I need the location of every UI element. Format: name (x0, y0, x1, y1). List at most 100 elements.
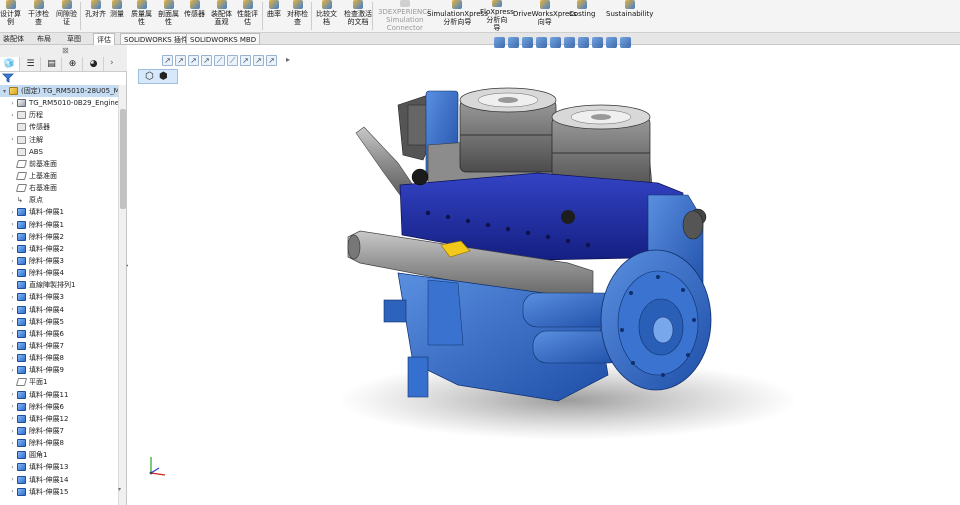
tree-item[interactable]: ABS (0, 146, 118, 158)
expand-caret[interactable]: › (8, 403, 17, 410)
expand-caret[interactable]: › (8, 488, 17, 495)
expand-caret[interactable]: › (8, 209, 17, 216)
expand-caret[interactable]: › (8, 136, 17, 143)
ribbon-button-7[interactable]: 传感器 (184, 0, 205, 32)
tab-1[interactable]: 布局 (34, 33, 54, 45)
panel-expand-icon[interactable]: › (110, 58, 114, 68)
tree-item[interactable]: 前基准面 (0, 158, 118, 170)
tree-item[interactable]: › 除料-伸展3 (0, 255, 118, 267)
tree-item[interactable]: 圓角1 (0, 449, 118, 461)
tree-item[interactable]: 传感器 (0, 121, 118, 133)
dimxpert-manager-tab[interactable]: ⊕ (63, 57, 83, 71)
ribbon-button-12[interactable]: 比较文 档 (316, 0, 337, 32)
tree-item[interactable]: › 填料-伸展6 (0, 328, 118, 340)
expand-caret[interactable]: › (8, 428, 17, 435)
graphics-viewport[interactable]: ↗ ↗ ↗ ↗ ⟋ ⟋ ↗ ↗ ↗ ▸ ⬡ ⬢ (128, 37, 960, 505)
tree-item[interactable]: 右基准面 (0, 182, 118, 194)
expand-caret[interactable]: ▾ (0, 88, 9, 95)
display-manager-tab[interactable]: ◕ (84, 57, 104, 71)
ribbon-button-13[interactable]: 检查激活 的文档 (344, 0, 372, 32)
tree-item[interactable]: › 除料-伸展2 (0, 231, 118, 243)
ribbon-button-10[interactable]: 曲率 (267, 0, 281, 32)
feature-manager-tab[interactable]: 🧊 (0, 57, 20, 71)
expand-caret[interactable]: › (8, 440, 17, 447)
ribbon-button-3[interactable]: 孔对齐 (85, 0, 106, 32)
expand-caret[interactable]: › (8, 391, 17, 398)
ribbon-button-2[interactable]: 间隙验 证 (56, 0, 77, 32)
ribbon-button-14[interactable]: 3DEXPERIENCE Simulation Connector (378, 0, 432, 32)
expand-caret[interactable]: › (8, 258, 17, 265)
ribbon-button-11[interactable]: 对称检 查 (287, 0, 308, 32)
tree-item[interactable]: › 填料-伸展13 (0, 461, 118, 473)
tree-root-assembly[interactable]: ▾ (固定) TG_RM5010-28U05_MA (0, 85, 118, 98)
tree-item[interactable]: › 填料-伸展11 (0, 389, 118, 401)
configuration-manager-tab[interactable]: ▤ (42, 57, 62, 71)
expand-caret[interactable]: › (8, 245, 17, 252)
expand-caret[interactable]: › (8, 318, 17, 325)
ribbon-button-1[interactable]: 干涉检 查 (28, 0, 49, 32)
tree-item[interactable]: › TG_RM5010-0B29_Engine! (0, 97, 118, 109)
tree-item[interactable]: › 填料-伸展8 (0, 352, 118, 364)
tree-scrollbar[interactable] (118, 85, 126, 505)
tree-item[interactable]: › 除料-伸展7 (0, 425, 118, 437)
tab-0[interactable]: 装配体 (0, 33, 27, 45)
tree-item[interactable]: 直線陣製排列1 (0, 279, 118, 291)
tree-item[interactable]: › 除料-伸展8 (0, 437, 118, 449)
expand-caret[interactable]: › (8, 476, 17, 483)
ribbon-button-9[interactable]: 性能评 估 (237, 0, 258, 32)
tree-item[interactable]: › 填料-伸展7 (0, 340, 118, 352)
tree-item[interactable]: › 除料-伸展6 (0, 401, 118, 413)
expand-caret[interactable]: › (8, 270, 17, 277)
tree-item[interactable]: › 填料-伸展14 (0, 474, 118, 486)
ribbon-button-17[interactable]: DriveWorksXpress 向导 (513, 0, 577, 32)
ribbon-button-8[interactable]: 装配体 直观 (211, 0, 232, 32)
expand-caret[interactable]: › (8, 306, 17, 313)
property-manager-tab[interactable]: ☰ (21, 57, 41, 71)
expand-caret[interactable]: › (8, 464, 17, 471)
tree-item[interactable]: › 历程 (0, 109, 118, 121)
scroll-down-arrow[interactable]: ▾ (118, 486, 121, 493)
tree-item[interactable]: 平面1 (0, 376, 118, 388)
tree-item[interactable]: › 填料-伸展2 (0, 243, 118, 255)
tree-item[interactable]: › 填料-伸展12 (0, 413, 118, 425)
ribbon-button-19[interactable]: Sustainability (606, 0, 653, 32)
tree-item[interactable]: 上基准面 (0, 170, 118, 182)
tab-5[interactable]: SOLIDWORKS MBD (186, 33, 261, 45)
ribbon-button-6[interactable]: 剖面属 性 (158, 0, 179, 32)
tab-3[interactable]: 评估 (93, 33, 115, 45)
expand-caret[interactable]: › (8, 221, 17, 228)
ribbon-button-0[interactable]: 设计算 例 (0, 0, 21, 32)
tree-item[interactable]: › 填料-伸展3 (0, 291, 118, 303)
tree-item[interactable]: › 填料-伸展5 (0, 316, 118, 328)
expand-caret[interactable]: › (8, 294, 17, 301)
tree-item[interactable]: › 填料-伸展1 (0, 206, 118, 218)
tab-4[interactable]: SOLIDWORKS 插件 (120, 33, 192, 45)
tree-item[interactable]: › 填料-伸展4 (0, 304, 118, 316)
tree-item-label: 填料-伸展5 (29, 317, 64, 326)
tree-item[interactable]: › 填料-伸展15 (0, 486, 118, 498)
ribbon-button-4[interactable]: 测量 (110, 0, 124, 32)
ribbon-button-label: 比较文 档 (316, 10, 337, 26)
expand-caret[interactable]: › (8, 100, 17, 107)
tree-item[interactable]: › 除料-伸展1 (0, 219, 118, 231)
expand-caret[interactable]: › (8, 355, 17, 362)
expand-caret[interactable]: › (8, 415, 17, 422)
expand-caret[interactable]: › (8, 367, 17, 374)
tree-item[interactable]: › 除料-伸展4 (0, 267, 118, 279)
ribbon-button-15[interactable]: SimulationXpress 分析向导 (427, 0, 488, 32)
filter-icon[interactable] (2, 73, 14, 83)
expand-caret[interactable]: › (8, 330, 17, 337)
tree-item[interactable]: › 注解 (0, 134, 118, 146)
ribbon-button-18[interactable]: Costing (569, 0, 595, 32)
ribbon-button-16[interactable]: FloXpress 分析向 导 (480, 0, 514, 32)
expand-caret[interactable]: › (8, 112, 17, 119)
expand-caret[interactable]: › (8, 233, 17, 240)
scrollbar-thumb[interactable] (120, 109, 126, 209)
tree-item[interactable]: ↳ 原点 (0, 194, 118, 206)
tab-2[interactable]: 草图 (64, 33, 84, 45)
expand-caret[interactable]: › (8, 343, 17, 350)
tree-item[interactable]: › 填料-伸展9 (0, 364, 118, 376)
ribbon-button-5[interactable]: 质量属 性 (131, 0, 152, 32)
engine-assembly-model[interactable] (128, 45, 960, 505)
pin-icon[interactable]: ⊠ (62, 46, 69, 55)
